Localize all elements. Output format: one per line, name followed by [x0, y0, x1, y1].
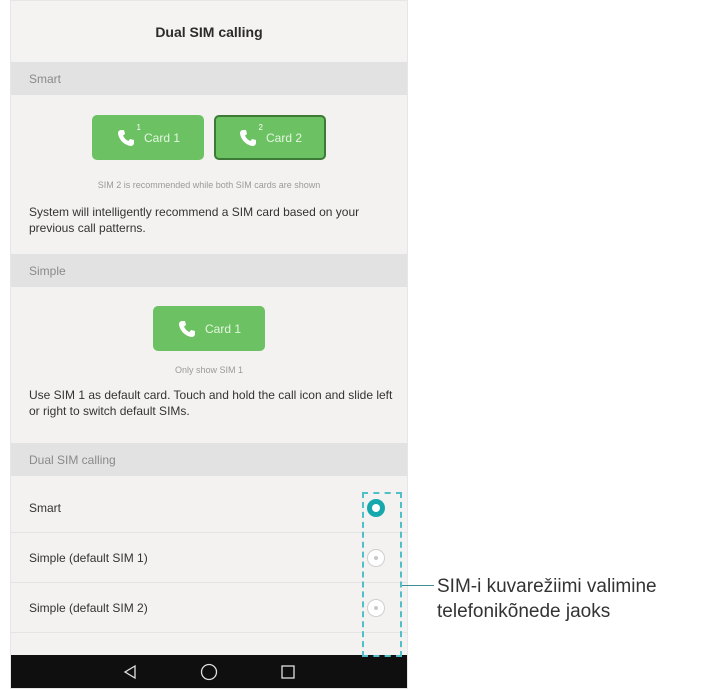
- sim-number: 2: [258, 122, 263, 132]
- card-1-label: Card 1: [143, 130, 181, 145]
- smart-description: System will intelligently recommend a SI…: [29, 205, 360, 235]
- option-smart[interactable]: Smart: [11, 483, 407, 533]
- option-simple-sim1[interactable]: Simple (default SIM 1): [11, 533, 407, 583]
- callout-line: [402, 585, 434, 586]
- option-simple-sim1-label: Simple (default SIM 1): [29, 550, 148, 565]
- section-header-simple: Simple: [11, 254, 407, 287]
- card-2-label: Card 2: [265, 130, 303, 145]
- sim-number: 1: [136, 122, 141, 132]
- option-simple-sim2[interactable]: Simple (default SIM 2): [11, 583, 407, 633]
- recents-icon[interactable]: [280, 664, 296, 680]
- simple-description: Use SIM 1 as default card. Touch and hol…: [29, 388, 393, 418]
- navigation-bar: [11, 655, 407, 688]
- radio-highlight-box: [362, 492, 402, 657]
- section-header-smart: Smart: [11, 62, 407, 95]
- option-smart-label: Smart: [29, 500, 62, 515]
- simple-card-1-label: Card 1: [204, 321, 242, 336]
- phone-icon: 2: [238, 123, 263, 148]
- phone-screen: Dual SIM calling Smart 1 Card 1 2 Card 2…: [10, 0, 408, 689]
- card-1-button[interactable]: 1 Card 1: [92, 115, 204, 160]
- simple-caption: Only show SIM 1: [174, 365, 244, 375]
- option-simple-sim2-label: Simple (default SIM 2): [29, 600, 148, 615]
- section-header-dual-sim: Dual SIM calling: [11, 443, 407, 476]
- simple-card-1-button[interactable]: Card 1: [153, 306, 265, 351]
- smart-card-row: 1 Card 1 2 Card 2: [11, 115, 407, 160]
- back-icon[interactable]: [122, 664, 138, 680]
- phone-icon: 1: [116, 123, 141, 148]
- phone-icon: [177, 319, 197, 339]
- simple-card-row: Card 1: [11, 306, 407, 351]
- page-title: Dual SIM calling: [11, 1, 407, 63]
- smart-caption: SIM 2 is recommended while both SIM card…: [97, 180, 321, 190]
- home-icon[interactable]: [200, 663, 218, 681]
- callout-text: SIM-i kuvarežiimi valimine telefonikõned…: [437, 576, 657, 622]
- card-2-button[interactable]: 2 Card 2: [214, 115, 326, 160]
